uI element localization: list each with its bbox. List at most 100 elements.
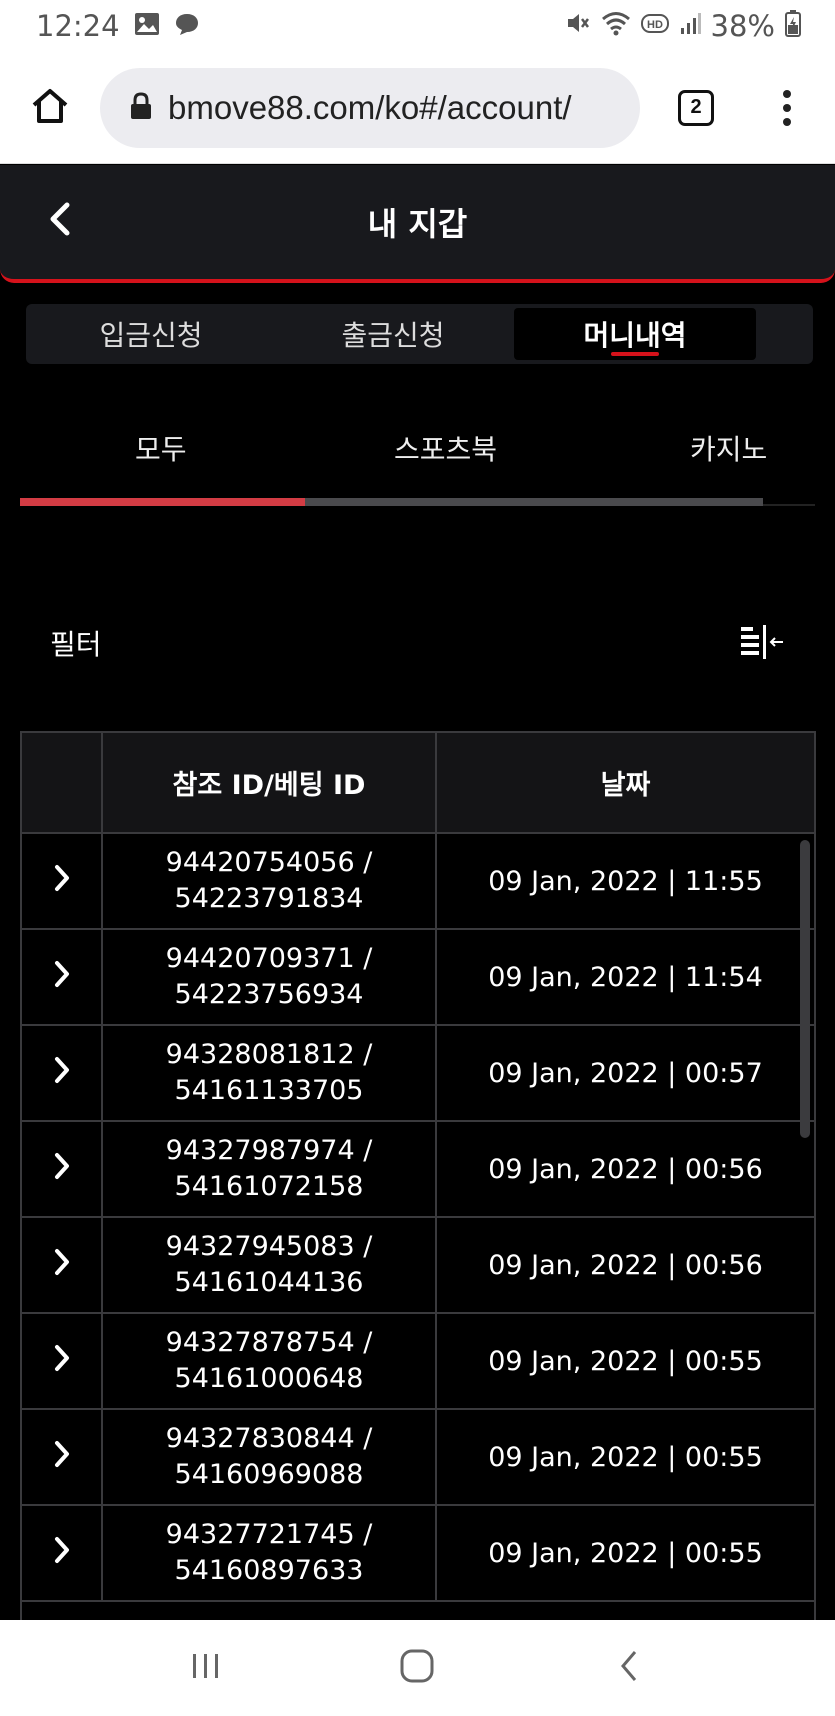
tab-money-history[interactable]: 머니내역 (514, 308, 756, 360)
date-cell: 09 Jan, 2022 | 00:55 (488, 1537, 763, 1569)
battery-icon (785, 9, 801, 44)
tab-switcher-button[interactable]: 2 (640, 52, 752, 163)
expand-row-button[interactable] (22, 930, 103, 1024)
bet-id: 54161133705 (174, 1075, 364, 1106)
tab-withdraw[interactable]: 출금신청 (272, 308, 514, 360)
bet-id: 54160969088 (174, 1459, 364, 1490)
table-row[interactable]: 94327830844 / 54160969088 09 Jan, 2022 | 0… (22, 1410, 814, 1506)
recent-apps-icon (189, 1651, 223, 1685)
expand-row-button[interactable] (22, 834, 103, 928)
tab-count: 2 (678, 89, 714, 126)
ref-id: 94420709371 / (165, 943, 373, 974)
chevron-right-icon (53, 1440, 71, 1475)
table-body[interactable]: 94420754056 / 54223791834 09 Jan, 2022 | 1… (22, 834, 814, 1700)
ref-bet-id-cell: 94328081812 / 54161133705 (103, 1026, 437, 1120)
table-scrollbar[interactable] (800, 840, 810, 1138)
ref-id: 94327945083 / (165, 1231, 373, 1262)
table-row[interactable]: 94420754056 / 54223791834 09 Jan, 2022 | 1… (22, 834, 814, 930)
date-cell: 09 Jan, 2022 | 00:56 (488, 1249, 763, 1281)
date-cell: 09 Jan, 2022 | 00:57 (488, 1057, 763, 1089)
browser-toolbar: bmove88.com/ko#/account/ 2 (0, 52, 835, 164)
system-nav-bar (0, 1620, 835, 1716)
date-cell: 09 Jan, 2022 | 00:55 (488, 1345, 763, 1377)
bet-id: 54161000648 (174, 1363, 364, 1394)
header-expand (22, 733, 103, 832)
ref-id: 94327987974 / (165, 1135, 373, 1166)
back-button[interactable] (36, 197, 84, 245)
wifi-icon (601, 9, 631, 43)
ref-id: 94327721745 / (165, 1519, 373, 1550)
subtab-all[interactable]: 모두 (135, 428, 187, 468)
chevron-right-icon (53, 1152, 71, 1187)
table-row[interactable]: 94327987974 / 54161072158 09 Jan, 2022 | 0… (22, 1122, 814, 1218)
address-bar[interactable]: bmove88.com/ko#/account/ (100, 67, 640, 148)
main-tabs: 입금신청 출금신청 머니내역 (26, 304, 813, 364)
expand-row-button[interactable] (22, 1218, 103, 1312)
subtab-sportsbook[interactable]: 스포츠북 (394, 428, 497, 468)
expand-row-button[interactable] (22, 1026, 103, 1120)
ref-bet-id-cell: 94420754056 / 54223791834 (103, 834, 437, 928)
ref-bet-id-cell: 94327830844 / 54160969088 (103, 1410, 437, 1504)
bet-id: 54161044136 (174, 1267, 364, 1298)
table-row[interactable]: 94327878754 / 54161000648 09 Jan, 2022 | 0… (22, 1314, 814, 1410)
ref-id: 94420754056 / (165, 847, 373, 878)
browser-menu-button[interactable] (752, 52, 822, 163)
sub-tabs: 모두 스포츠북 카지노 (20, 410, 815, 506)
home-button[interactable] (0, 52, 100, 163)
table-row[interactable]: 94328081812 / 54161133705 09 Jan, 2022 | 0… (22, 1026, 814, 1122)
table-row[interactable]: 94420709371 / 54223756934 09 Jan, 2022 | 1… (22, 930, 814, 1026)
table-header: 참조 ID/베팅 ID 날짜 (22, 733, 814, 834)
bet-id: 54160897633 (174, 1555, 364, 1586)
bet-id: 54161072158 (174, 1171, 364, 1202)
ref-bet-id-cell: 94327721745 / 54160897633 (103, 1506, 437, 1600)
subtab-active-indicator (20, 498, 305, 506)
bet-id: 54223791834 (174, 883, 364, 914)
status-bar: 12:24 HD 38% (0, 0, 835, 52)
battery-percent: 38% (710, 9, 775, 43)
svg-text:HD: HD (647, 19, 663, 31)
gallery-icon (134, 9, 160, 43)
more-vertical-icon (783, 89, 791, 98)
expand-row-button[interactable] (22, 1506, 103, 1600)
home-nav-icon (399, 1648, 435, 1688)
date-cell: 09 Jan, 2022 | 11:54 (488, 961, 763, 993)
back-nav-button[interactable] (599, 1638, 659, 1698)
filter-row: 필터 (50, 618, 785, 668)
date-cell: 09 Jan, 2022 | 11:55 (488, 865, 763, 897)
lock-icon (130, 91, 152, 124)
ref-id: 94328081812 / (165, 1039, 373, 1070)
chevron-right-icon (53, 1248, 71, 1283)
expand-row-button[interactable] (22, 1314, 103, 1408)
home-nav-button[interactable] (387, 1638, 447, 1698)
date-cell: 09 Jan, 2022 | 00:55 (488, 1441, 763, 1473)
tab-deposit[interactable]: 입금신청 (30, 308, 272, 360)
table-row[interactable]: 94327721745 / 54160897633 09 Jan, 2022 | 0… (22, 1506, 814, 1602)
table-row[interactable]: 94327945083 / 54161044136 09 Jan, 2022 | 0… (22, 1218, 814, 1314)
recent-apps-button[interactable] (176, 1638, 236, 1698)
ref-id: 94327830844 / (165, 1423, 373, 1454)
chevron-left-icon (47, 201, 73, 241)
mute-icon (565, 9, 591, 43)
url-text: bmove88.com/ko#/account/ (168, 88, 572, 126)
subtab-casino[interactable]: 카지노 (690, 428, 767, 468)
filter-toggle-icon[interactable] (739, 623, 785, 663)
chat-bubble-icon (174, 9, 200, 43)
chevron-right-icon (53, 960, 71, 995)
home-icon (30, 87, 70, 129)
chevron-right-icon (53, 1344, 71, 1379)
expand-row-button[interactable] (22, 1410, 103, 1504)
ref-bet-id-cell: 94327878754 / 54161000648 (103, 1314, 437, 1408)
money-history-table: 참조 ID/베팅 ID 날짜 94420754056 / 54223791834 0… (20, 731, 816, 1702)
ref-bet-id-cell: 94327945083 / 54161044136 (103, 1218, 437, 1312)
header-date: 날짜 (600, 770, 651, 801)
hd-icon: HD (640, 9, 669, 43)
bet-id: 54223756934 (174, 979, 364, 1010)
header-ref-id: 참조 ID/베팅 ID (103, 733, 437, 832)
chevron-right-icon (53, 1536, 71, 1571)
date-cell: 09 Jan, 2022 | 00:56 (488, 1153, 763, 1185)
back-nav-icon (617, 1648, 641, 1688)
expand-row-button[interactable] (22, 1122, 103, 1216)
page-title: 내 지갑 (367, 205, 468, 243)
ref-bet-id-cell: 94327987974 / 54161072158 (103, 1122, 437, 1216)
filter-label: 필터 (50, 628, 102, 661)
